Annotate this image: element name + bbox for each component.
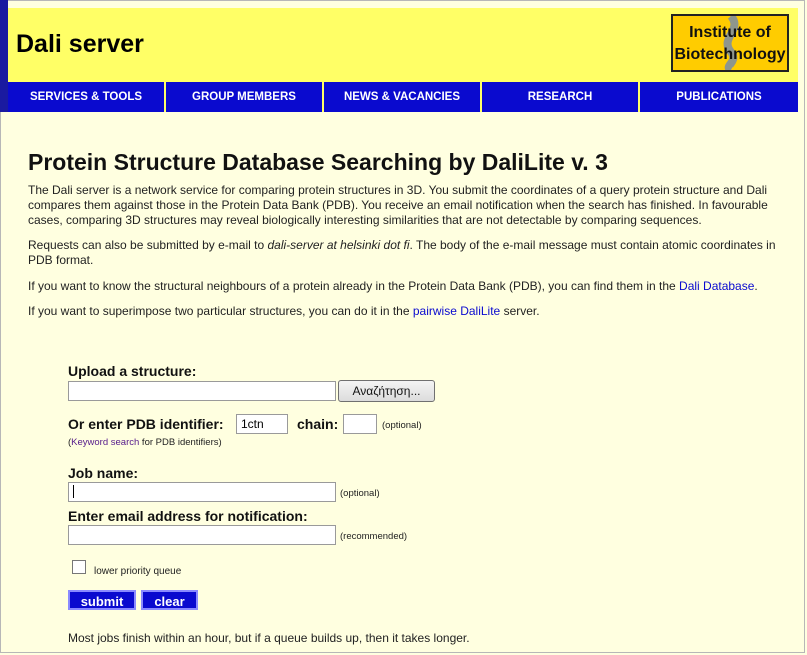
clear-button[interactable]: clear <box>141 590 198 610</box>
nav-services-tools[interactable]: SERVICES & TOOLS <box>8 82 164 112</box>
para3-text-a: If you want to know the structural neigh… <box>28 279 680 293</box>
pdb-identifier-label: Or enter PDB identifier: <box>68 416 224 432</box>
footer-note: Most jobs finish within an hour, but if … <box>68 631 470 645</box>
lower-priority-checkbox[interactable] <box>72 560 86 574</box>
keyword-hint-rest: for PDB identifiers) <box>139 437 222 448</box>
nav-research[interactable]: RESEARCH <box>482 82 638 112</box>
email-label: Enter email address for notification: <box>68 508 308 524</box>
keyword-search-link[interactable]: Keyword search <box>71 437 139 448</box>
submit-button[interactable]: submit <box>68 590 136 610</box>
main-nav: SERVICES & TOOLS GROUP MEMBERS NEWS & VA… <box>8 82 798 112</box>
upload-label: Upload a structure: <box>68 363 197 379</box>
para4-text-b: server. <box>500 304 540 318</box>
text-cursor <box>73 485 74 498</box>
header: Dali server Institute of Biotechnology <box>8 8 798 82</box>
left-accent-bar <box>0 0 8 112</box>
job-name-label: Job name: <box>68 465 139 481</box>
para4-text-a: If you want to superimpose two particula… <box>28 304 413 318</box>
email-submission-paragraph: Requests can also be submitted by e-mail… <box>28 238 798 268</box>
chain-input[interactable] <box>343 414 377 434</box>
nav-group-members[interactable]: GROUP MEMBERS <box>166 82 322 112</box>
pairwise-dalilite-link[interactable]: pairwise DaliLite <box>413 304 500 318</box>
para2-text-a: Requests can also be submitted by e-mail… <box>28 238 268 252</box>
nav-news-vacancies[interactable]: NEWS & VACANCIES <box>324 82 480 112</box>
site-title: Dali server <box>16 30 144 58</box>
dali-database-link[interactable]: Dali Database <box>679 279 754 293</box>
logo-line-1: Institute of <box>689 24 771 41</box>
database-paragraph: If you want to know the structural neigh… <box>28 279 798 294</box>
server-email: dali-server at helsinki dot fi <box>267 238 410 252</box>
keyword-search-hint: (Keyword search for PDB identifiers) <box>68 437 222 448</box>
email-input[interactable] <box>68 525 336 545</box>
pairwise-paragraph: If you want to superimpose two particula… <box>28 304 798 319</box>
job-name-input[interactable] <box>68 482 336 502</box>
job-name-optional-hint: (optional) <box>340 488 380 499</box>
browse-button[interactable]: Αναζήτηση... <box>338 380 435 402</box>
para3-text-b: . <box>754 279 758 293</box>
upload-file-field[interactable] <box>68 381 336 401</box>
page-title: Protein Structure Database Searching by … <box>28 149 608 175</box>
institute-logo[interactable]: Institute of Biotechnology <box>671 14 789 72</box>
pdb-identifier-input[interactable] <box>236 414 288 434</box>
lower-priority-label: lower priority queue <box>94 566 182 577</box>
email-recommended-hint: (recommended) <box>340 531 408 542</box>
logo-line-2: Biotechnology <box>674 46 786 63</box>
nav-publications[interactable]: PUBLICATIONS <box>640 82 798 112</box>
chain-label: chain: <box>297 416 339 432</box>
intro-paragraph: The Dali server is a network service for… <box>28 183 768 227</box>
chain-optional-hint: (optional) <box>382 420 422 431</box>
